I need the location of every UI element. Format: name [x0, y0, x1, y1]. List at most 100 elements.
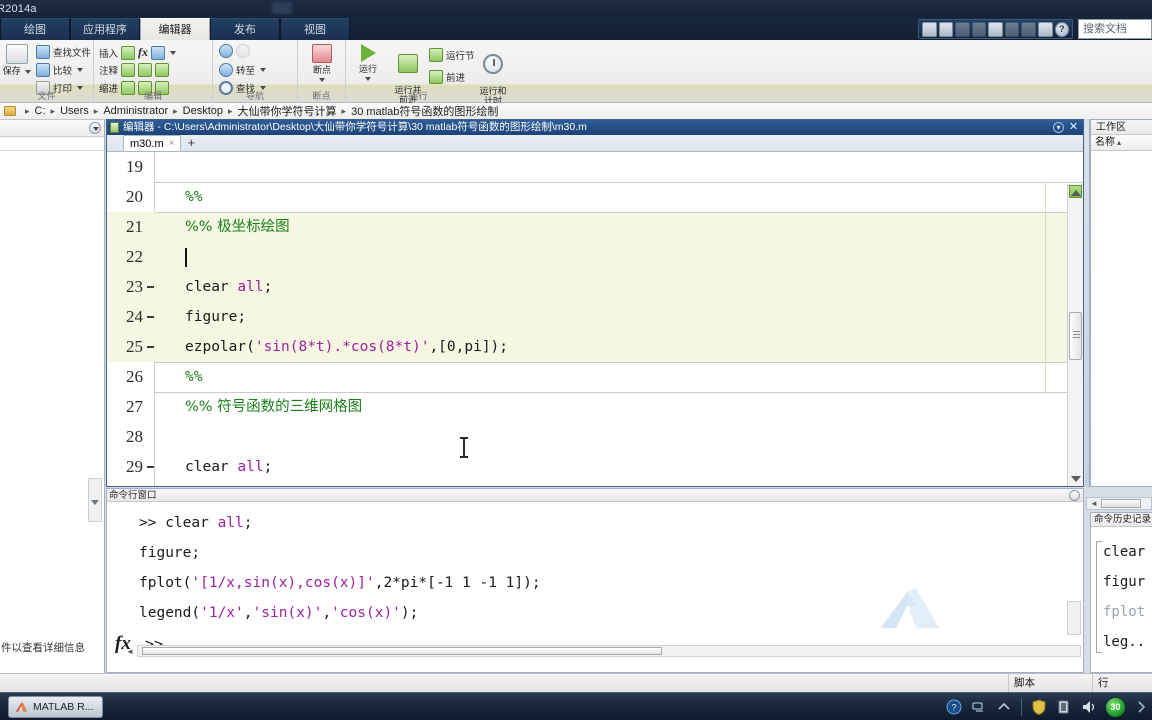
show-hidden-icons-icon[interactable]: [996, 699, 1012, 715]
volume-icon[interactable]: [1081, 699, 1097, 715]
code-line[interactable]: 20%%: [107, 182, 1083, 212]
fx-icon[interactable]: fx: [138, 45, 148, 60]
scroll-left-icon[interactable]: ◄: [1090, 499, 1098, 508]
switch-window-icon[interactable]: [1037, 21, 1053, 37]
executable-line-marker[interactable]: [147, 466, 154, 468]
executable-line-marker[interactable]: [147, 316, 154, 318]
show-desktop-icon[interactable]: [1134, 699, 1150, 715]
command-window-horizontal-scrollbar[interactable]: ◄: [126, 645, 1081, 657]
code-line[interactable]: 23 clear all;: [107, 272, 1083, 302]
chevron-down-icon[interactable]: [170, 50, 177, 55]
comment-button[interactable]: 注释: [99, 63, 170, 77]
advance-button[interactable]: 前进: [429, 70, 465, 84]
code-editor-area[interactable]: 19 20%% 21%% 极坐标绘图 22 23 clear all; 24 figure; 2…: [107, 152, 1083, 486]
editor-vertical-scrollbar[interactable]: [1067, 184, 1083, 486]
line-number: 22: [126, 247, 143, 266]
breadcrumb-item-desktop[interactable]: Desktop: [183, 105, 223, 117]
shield-icon[interactable]: [1031, 699, 1047, 716]
breadcrumb[interactable]: ▸ C: ▸ Users ▸ Administrator ▸ Desktop ▸…: [0, 103, 1152, 120]
tab-plots[interactable]: 绘图: [0, 18, 70, 40]
chevron-down-icon[interactable]: [91, 500, 99, 505]
copy-icon: [971, 21, 987, 37]
tab-apps[interactable]: 应用程序: [70, 18, 140, 40]
breakpoints-button[interactable]: 断点: [302, 44, 342, 82]
navigate-back-button[interactable]: [219, 44, 250, 58]
panel-menu-icon[interactable]: [1069, 490, 1080, 501]
workspace-panel: 工作区 名称 ▴: [1090, 119, 1152, 487]
action-center-icon[interactable]: ?: [946, 699, 962, 715]
command-output-lines: >> clear all; figure; fplot('[1/x,sin(x),c…: [139, 508, 1083, 628]
run-section-button[interactable]: 运行节: [429, 48, 475, 62]
taskbar: MATLAB R... ? 30: [0, 692, 1152, 720]
code-line[interactable]: 27 %% 符号函数的三维网格图: [107, 392, 1083, 422]
tab-view[interactable]: 视图: [280, 18, 350, 40]
scrollbar-thumb[interactable]: [1101, 499, 1141, 508]
command-window-body[interactable]: >> clear all; figure; fplot('[1/x,sin(x),c…: [107, 502, 1083, 657]
current-folder-subheader: [0, 137, 104, 151]
chevron-down-icon[interactable]: [365, 77, 371, 81]
panel-menu-icon[interactable]: [89, 122, 101, 134]
tray-badge-count[interactable]: 30: [1106, 697, 1125, 717]
line-number: 24: [126, 307, 143, 326]
chevron-down-icon[interactable]: [77, 68, 84, 72]
workspace-column-name[interactable]: 名称 ▴: [1091, 135, 1152, 151]
network-icon[interactable]: [971, 699, 987, 715]
breadcrumb-item-drive[interactable]: C:: [35, 105, 46, 117]
command-line: figure;: [139, 545, 201, 561]
code-line[interactable]: 21 %% 极坐标绘图: [107, 212, 1083, 242]
save-icon: [6, 44, 28, 64]
executable-line-marker[interactable]: [147, 346, 154, 348]
new-script-icon[interactable]: [922, 21, 937, 37]
taskbar-item-matlab[interactable]: MATLAB R...: [8, 696, 103, 718]
file-details-text: 件以查看详细信息: [1, 642, 85, 654]
code-line[interactable]: 19: [107, 152, 1083, 182]
clock-icon: [483, 54, 503, 74]
tab-editor[interactable]: 编辑器: [140, 18, 210, 40]
workspace-horizontal-scrollbar[interactable]: ◄: [1086, 497, 1152, 510]
breadcrumb-item-users[interactable]: Users: [60, 105, 89, 117]
executable-line-marker[interactable]: [147, 286, 154, 288]
breadcrumb-item-lesson[interactable]: 30 matlab符号函数的图形绘制: [351, 103, 498, 119]
battery-icon[interactable]: [1056, 699, 1072, 715]
breadcrumb-item-course[interactable]: 大仙带你学符号计算: [238, 103, 337, 119]
scrollbar-thumb[interactable]: [1069, 312, 1082, 360]
ribbon-group-label-edit: 编辑: [143, 91, 162, 101]
paste-icon[interactable]: [988, 21, 1003, 37]
code-line[interactable]: 25 ezpolar('sin(8*t).*cos(8*t)',[0,pi]);: [107, 332, 1083, 362]
code-text: clear all;: [185, 459, 273, 475]
editor-file-tab-m30[interactable]: m30.m ×: [123, 135, 182, 152]
editor-dropdown-button[interactable]: ▾: [1053, 122, 1064, 133]
compare-button[interactable]: 比较: [36, 63, 84, 77]
code-line[interactable]: 24 figure;: [107, 302, 1083, 332]
code-line[interactable]: 28: [107, 422, 1083, 452]
editor-tabbar: m30.m × +: [107, 135, 1083, 152]
tab-publish[interactable]: 发布: [210, 18, 280, 40]
close-icon[interactable]: ×: [169, 136, 175, 152]
chevron-down-icon[interactable]: [319, 78, 325, 82]
save-icon[interactable]: [938, 21, 954, 37]
help-icon[interactable]: ?: [1054, 21, 1070, 37]
editor-titlebar: 编辑器 - C:\Users\Administrator\Desktop\大仙带…: [107, 120, 1083, 135]
scroll-down-icon[interactable]: [1071, 476, 1081, 482]
scroll-left-icon[interactable]: ◄: [126, 647, 134, 656]
code-line[interactable]: 29 clear all;: [107, 452, 1083, 482]
code-line[interactable]: 26%%: [107, 362, 1083, 392]
scrollbar-thumb[interactable]: [142, 647, 662, 655]
editor-close-button[interactable]: ✕: [1068, 121, 1079, 133]
code-line[interactable]: 22: [107, 242, 1083, 272]
save-button[interactable]: 保存: [0, 44, 34, 76]
chevron-down-icon[interactable]: [260, 68, 267, 72]
insert-button[interactable]: 插入 fx: [99, 45, 177, 60]
search-documentation-input[interactable]: 搜索文档: [1078, 19, 1152, 39]
run-button[interactable]: 运行: [348, 44, 388, 81]
chevron-down-icon[interactable]: [25, 70, 32, 74]
new-file-tab-button[interactable]: +: [187, 135, 195, 151]
line-number: 28: [126, 427, 143, 446]
ribbon-group-edit: 插入 fx 注释 缩进 编辑: [94, 40, 213, 103]
breadcrumb-item-administrator[interactable]: Administrator: [103, 105, 168, 117]
goto-button[interactable]: 转至: [219, 63, 267, 77]
command-window-vertical-scrollbar[interactable]: [1067, 601, 1081, 635]
sort-ascending-icon[interactable]: ▴: [1117, 138, 1121, 147]
find-files-button[interactable]: 查找文件: [36, 45, 91, 59]
scroll-up-icon[interactable]: [1071, 190, 1081, 196]
